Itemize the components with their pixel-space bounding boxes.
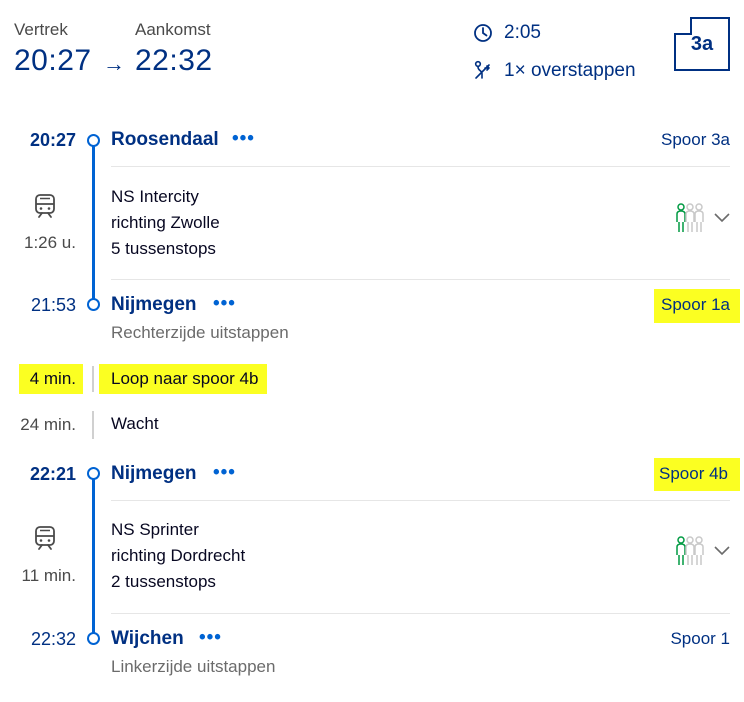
arrival-time: 22:32 [135,44,213,77]
stop-node [87,632,100,645]
train-type: NS Sprinter [111,520,199,539]
route-line [92,141,95,305]
trip-duration: 2:05 [504,22,541,43]
train-icon [35,194,55,218]
divider [111,613,730,614]
stop-node [87,134,100,147]
more-options-button[interactable]: ••• [213,462,236,484]
wait-label: Wacht [111,414,159,433]
station-nijmegen[interactable]: Nijmegen [111,463,197,485]
divider [111,166,730,167]
train-direction: richting Zwolle [111,213,220,232]
station-wijchen[interactable]: Wijchen [111,628,184,650]
track-label: Spoor 3a [661,130,730,149]
divider [111,500,730,501]
departure-time: 20:27 [14,44,92,77]
chevron-down-icon[interactable] [714,213,730,223]
transfer-separator [92,411,94,439]
intermediate-stops: 2 tussenstops [111,572,216,591]
exit-side-note: Linkerzijde uitstappen [111,657,276,676]
arrival-time-leg1: 21:53 [30,295,76,315]
departure-label: Vertrek [14,20,68,39]
crowd-indicator-icon[interactable] [674,535,704,569]
train-icon [35,526,55,550]
track-label: Spoor 1 [670,629,730,648]
more-options-button[interactable]: ••• [232,128,255,150]
station-roosendaal[interactable]: Roosendaal [111,129,219,151]
route-line [92,474,95,638]
stop-node [87,298,100,311]
walk-instruction: Loop naar spoor 4b [111,369,259,388]
transfer-icon [474,60,490,79]
transfer-count: 1× overstappen [504,60,636,81]
platform-badge: 3a [674,17,730,71]
track-label: Spoor 1a [661,295,730,314]
wait-duration: 24 min. [20,415,76,434]
leg-duration: 11 min. [21,566,77,585]
stop-node [87,467,100,480]
departure-time-leg2: 22:21 [29,464,76,484]
transfer-separator [92,366,94,392]
more-options-button[interactable]: ••• [213,293,236,315]
divider [111,279,730,280]
track-label: Spoor 4b [659,464,728,483]
departure-time-leg1: 20:27 [29,130,76,150]
station-nijmegen[interactable]: Nijmegen [111,294,197,316]
walk-duration: 4 min. [29,369,76,388]
platform-badge-label: 3a [690,32,714,55]
leg-duration: 1:26 u. [24,233,76,252]
exit-side-note: Rechterzijde uitstappen [111,323,289,342]
more-options-button[interactable]: ••• [199,627,222,649]
train-direction: richting Dordrecht [111,546,246,565]
train-type: NS Intercity [111,187,199,206]
chevron-down-icon[interactable] [714,546,730,556]
arrival-time-leg2: 22:32 [30,629,76,649]
intermediate-stops: 5 tussenstops [111,239,216,258]
crowd-indicator-icon[interactable] [674,202,704,236]
arrow-right-icon: → [103,51,125,76]
arrival-label: Aankomst [135,20,211,39]
clock-icon [474,24,492,42]
